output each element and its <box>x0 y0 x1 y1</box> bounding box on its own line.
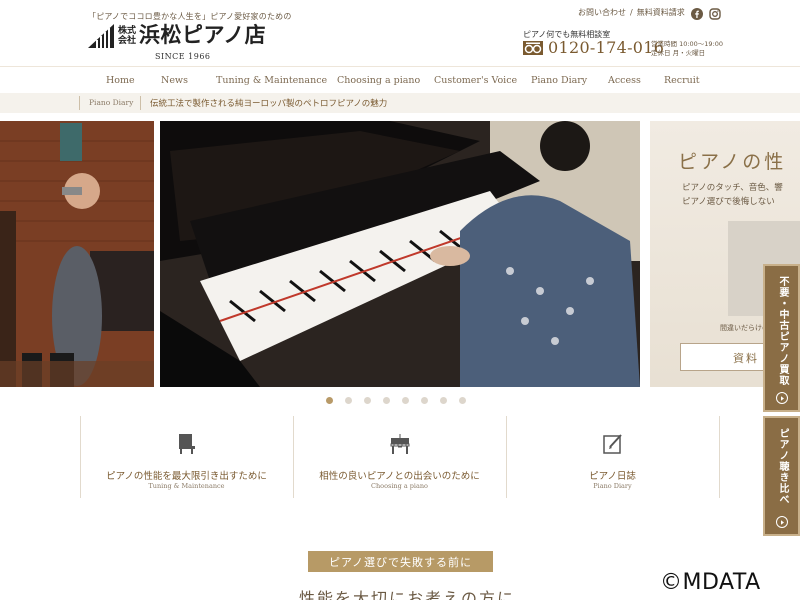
feature-choosing[interactable]: 相性の良いピアノとの出会いのために Choosing a piano <box>293 416 506 498</box>
hours-line1: 営業時間 10:00～19:00 <box>651 40 724 48</box>
phone-block[interactable]: 0120-174-016 <box>523 38 664 57</box>
slide-prev-image[interactable] <box>0 121 154 387</box>
circle-arrow-icon <box>776 516 788 528</box>
breadcrumb-category[interactable]: Piano Diary <box>89 98 133 107</box>
breadcrumb-divider <box>140 96 141 110</box>
side-tab-buyback-label: 不要・中古ピアノ買取 <box>777 276 788 386</box>
logo[interactable]: 株式 会社 浜松ピアノ店 <box>88 22 266 48</box>
site-header: 「ピアノでココロ豊かな人生を」ピアノ愛好家のための 株式 会社 浜松ピアノ店 S… <box>0 0 800 66</box>
nav-tuning[interactable]: Tuning & Maintenance <box>216 75 327 86</box>
slider-dot[interactable] <box>364 397 371 404</box>
section-badge-label: ピアノ選びで失敗する前に <box>328 556 472 569</box>
free-dial-icon <box>523 40 543 55</box>
side-tab-buyback[interactable]: 不要・中古ピアノ買取 <box>763 264 800 412</box>
feature-tuning-subtitle: Tuning & Maintenance <box>148 482 225 490</box>
nav-choosing[interactable]: Choosing a piano <box>337 75 420 86</box>
tagline: 「ピアノでココロ豊かな人生を」ピアノ愛好家のための <box>88 12 292 21</box>
slider-dot[interactable] <box>345 397 352 404</box>
edit-note-icon <box>603 434 622 454</box>
slider-dot[interactable] <box>326 397 333 404</box>
slider-dots <box>326 397 466 404</box>
slider-dot[interactable] <box>383 397 390 404</box>
slider-dot[interactable] <box>402 397 409 404</box>
harmonica-player-photo <box>0 121 154 387</box>
contact-link[interactable]: お問い合わせ <box>578 7 626 18</box>
nav-customers-voice[interactable]: Customer's Voice <box>434 75 517 86</box>
business-hours: 営業時間 10:00～19:00 定休日 月・火曜日 <box>651 40 723 58</box>
feature-tuning-title: ピアノの性能を最大限引き出すために <box>106 471 267 482</box>
since-label: SINCE 1966 <box>155 52 211 61</box>
feature-diary-title: ピアノ日誌 <box>589 471 636 482</box>
brochure-link[interactable]: 無料資料請求 <box>637 7 685 18</box>
watermark: ©MDATA <box>660 570 761 595</box>
link-separator: / <box>630 8 633 17</box>
logo-corp: 株式 会社 <box>118 26 136 46</box>
facebook-icon[interactable] <box>691 5 703 20</box>
feature-tuning[interactable]: ピアノの性能を最大限引き出すために Tuning & Maintenance <box>80 416 293 498</box>
feature-diary[interactable]: ピアノ日誌 Piano Diary <box>506 416 719 498</box>
logo-corp-line2: 会社 <box>118 36 137 46</box>
feature-links: ピアノの性能を最大限引き出すために Tuning & Maintenance 相… <box>80 416 720 498</box>
side-tab-compare[interactable]: ピアノ聴き比べ <box>763 416 800 536</box>
grand-piano-photo <box>160 121 640 387</box>
feature-diary-subtitle: Piano Diary <box>593 482 632 490</box>
slide-next-text-line2: ピアノ選びで後悔しない <box>682 197 775 207</box>
section-badge: ピアノ選びで失敗する前に <box>308 551 493 572</box>
slide-next-title: ピアノの性 <box>678 151 787 173</box>
slider-dot[interactable] <box>440 397 447 404</box>
slide-next-text-line1: ピアノのタッチ、音色、響 <box>682 183 783 193</box>
nav-piano-diary[interactable]: Piano Diary <box>531 75 587 86</box>
instagram-icon[interactable] <box>709 5 721 20</box>
nav-home[interactable]: Home <box>106 75 135 86</box>
slide-active-image[interactable] <box>160 121 640 387</box>
slider-dot[interactable] <box>459 397 466 404</box>
feature-choosing-title: 相性の良いピアノとの出会いのために <box>319 471 480 482</box>
feature-divider <box>719 416 720 498</box>
phone-number: 0120-174-016 <box>548 38 665 57</box>
breadcrumb-divider <box>79 96 80 110</box>
top-links: お問い合わせ / 無料資料請求 <box>578 7 685 18</box>
feature-choosing-subtitle: Choosing a piano <box>371 482 428 490</box>
slide-next-text: ピアノのタッチ、音色、響 ピアノ選びで後悔しない <box>682 181 783 209</box>
nav-news[interactable]: News <box>161 75 188 86</box>
slide-next-caption: 間違いだらけの <box>720 324 769 332</box>
breadcrumb-title: 伝統工法で製作される純ヨーロッパ製のペトロフピアノの魅力 <box>150 99 388 109</box>
nav-access[interactable]: Access <box>608 75 641 86</box>
circle-arrow-icon <box>776 392 788 404</box>
piano-upright-icon <box>179 434 195 454</box>
slide-next-button-label: 資料 <box>733 352 759 365</box>
main-nav: Home News Tuning & Maintenance Choosing … <box>0 66 800 94</box>
breadcrumb: Piano Diary 伝統工法で製作される純ヨーロッパ製のペトロフピアノの魅力 <box>0 93 800 113</box>
grand-piano-icon <box>390 434 410 454</box>
logo-name: 浜松ピアノ店 <box>139 23 267 47</box>
side-tab-compare-label: ピアノ聴き比べ <box>777 428 788 505</box>
slider-dot[interactable] <box>421 397 428 404</box>
section-heading: 性能を大切にお考えの方に <box>299 589 516 600</box>
hours-line2: 定休日 月・火曜日 <box>651 49 706 57</box>
nav-recruit[interactable]: Recruit <box>664 75 700 86</box>
logo-mark-icon <box>88 24 114 48</box>
social-links <box>691 5 721 20</box>
logo-corp-line1: 株式 <box>118 26 137 36</box>
